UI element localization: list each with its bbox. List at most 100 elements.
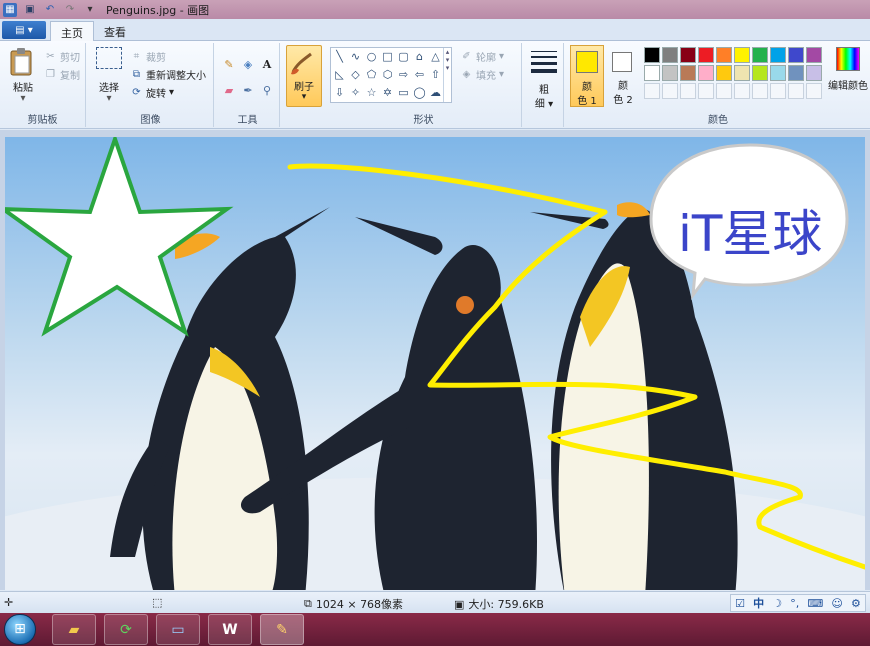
drawing-canvas[interactable]: iT星球 xyxy=(5,137,865,590)
rotate-button[interactable]: ⟳ 旋转 ▾ xyxy=(130,85,174,100)
palette-color-1-10[interactable] xyxy=(806,47,822,63)
arrow-up-shape-icon[interactable]: ⇧ xyxy=(428,67,443,82)
diamond-shape-icon[interactable]: ◇ xyxy=(348,67,363,82)
ime-punct-icon[interactable]: °, xyxy=(790,597,799,610)
palette-color-2-5[interactable] xyxy=(716,65,732,81)
color1-label-bottom: 色 1 xyxy=(577,96,597,107)
fill-button[interactable]: ◈ 填充 ▾ xyxy=(460,67,504,82)
paste-dropdown-icon[interactable]: ▾ xyxy=(8,93,38,104)
oval-shape-icon[interactable]: ○ xyxy=(364,49,379,64)
taskbar-desktop-button[interactable]: ▭ xyxy=(156,614,200,645)
ime-settings-icon[interactable]: ⚙ xyxy=(851,597,861,610)
ime-user-icon[interactable]: ☺ xyxy=(831,597,842,610)
paint-menu-button[interactable]: ▤ ▾ xyxy=(2,21,46,39)
undo-icon[interactable]: ↶ xyxy=(43,3,57,17)
palette-color-1-3[interactable] xyxy=(680,47,696,63)
rounded-rectangle-shape-icon[interactable]: ▢ xyxy=(396,49,411,64)
palette-color-1-8[interactable] xyxy=(770,47,786,63)
arrow-left-shape-icon[interactable]: ⇦ xyxy=(412,67,427,82)
ribbon: 粘贴 ▾ ✂ 剪切 ❐ 复制 剪贴板 选择 ▾ ⌗ 裁剪 ⧉ 重新调整大小 ⟳ … xyxy=(0,41,870,129)
start-button[interactable]: ⊞ xyxy=(4,614,36,645)
palette-custom-slot[interactable] xyxy=(698,83,714,99)
palette-custom-slot[interactable] xyxy=(770,83,786,99)
pencil-icon[interactable]: ✎ xyxy=(220,55,238,73)
taskbar-explorer-button[interactable]: ▰ xyxy=(52,614,96,645)
palette-color-1-9[interactable] xyxy=(788,47,804,63)
palette-custom-slot[interactable] xyxy=(662,83,678,99)
palette-color-1-7[interactable] xyxy=(752,47,768,63)
palette-color-2-10[interactable] xyxy=(806,65,822,81)
callout-cloud-shape-icon[interactable]: ☁ xyxy=(428,85,443,100)
tab-home[interactable]: 主页 xyxy=(50,21,94,41)
paste-button[interactable]: 粘贴 ▾ xyxy=(8,47,38,104)
pentagon-shape-icon[interactable]: ⬠ xyxy=(364,67,379,82)
curve-shape-icon[interactable]: ∿ xyxy=(348,49,363,64)
edit-colors-icon xyxy=(836,47,860,71)
palette-color-1-2[interactable] xyxy=(662,47,678,63)
palette-color-2-9[interactable] xyxy=(788,65,804,81)
eraser-icon[interactable]: ▰ xyxy=(220,81,238,99)
cut-button[interactable]: ✂ 剪切 xyxy=(44,49,80,64)
ime-check-icon[interactable]: ☑ xyxy=(735,597,745,610)
shapes-scroll-icon[interactable]: ▴ ▾ ▾ xyxy=(443,48,451,102)
fill-bucket-icon[interactable]: ◈ xyxy=(239,55,257,73)
explorer-icon: ▰ xyxy=(68,621,80,638)
palette-custom-slot[interactable] xyxy=(806,83,822,99)
taskbar-browser-button[interactable]: ⟳ xyxy=(104,614,148,645)
palette-color-2-6[interactable] xyxy=(734,65,750,81)
hexagon-shape-icon[interactable]: ⬡ xyxy=(380,67,395,82)
palette-color-2-4[interactable] xyxy=(698,65,714,81)
palette-custom-slot[interactable] xyxy=(752,83,768,99)
arrow-down-shape-icon[interactable]: ⇩ xyxy=(332,85,347,100)
brushes-button[interactable]: 刷子 ▾ xyxy=(286,45,322,107)
outline-button[interactable]: ✐ 轮廓 ▾ xyxy=(460,49,504,64)
palette-custom-slot[interactable] xyxy=(680,83,696,99)
size-button[interactable]: 粗 细 ▾ xyxy=(528,47,560,117)
select-button[interactable]: 选择 ▾ xyxy=(94,47,124,107)
ime-mode[interactable]: 中 xyxy=(753,595,764,611)
arrow-right-shape-icon[interactable]: ⇨ xyxy=(396,67,411,82)
palette-custom-slot[interactable] xyxy=(788,83,804,99)
polygon-shape-icon[interactable]: ⌂ xyxy=(412,49,427,64)
taskbar-paint-button[interactable]: ✎ xyxy=(260,614,304,645)
color-picker-icon[interactable]: ✒ xyxy=(239,81,257,99)
palette-color-1-4[interactable] xyxy=(698,47,714,63)
palette-color-2-7[interactable] xyxy=(752,65,768,81)
redo-icon[interactable]: ↷ xyxy=(63,3,77,17)
palette-color-2-8[interactable] xyxy=(770,65,786,81)
taskbar-word-button[interactable]: W xyxy=(208,614,252,645)
dropdown-icon[interactable]: ▾ xyxy=(83,3,97,17)
magnifier-icon[interactable]: ⚲ xyxy=(258,81,276,99)
palette-custom-slot[interactable] xyxy=(734,83,750,99)
save-icon[interactable]: ▣ xyxy=(23,3,37,17)
color2-selector[interactable]: 颜 色 2 xyxy=(606,45,640,107)
ime-moon-icon[interactable]: ☽ xyxy=(772,597,782,610)
right-triangle-shape-icon[interactable]: ◺ xyxy=(332,67,347,82)
line-shape-icon[interactable]: ╲ xyxy=(332,49,347,64)
tab-view[interactable]: 查看 xyxy=(94,21,136,41)
palette-color-2-3[interactable] xyxy=(680,65,696,81)
six-point-star-shape-icon[interactable]: ✡ xyxy=(380,85,395,100)
palette-color-1-5[interactable] xyxy=(716,47,732,63)
text-icon[interactable]: A xyxy=(258,55,276,73)
palette-color-2-2[interactable] xyxy=(662,65,678,81)
resize-button[interactable]: ⧉ 重新调整大小 xyxy=(130,67,206,82)
ime-keyboard-icon[interactable]: ⌨ xyxy=(807,597,823,610)
color1-selector[interactable]: 颜 色 1 xyxy=(570,45,604,107)
callout-oval-shape-icon[interactable]: ◯ xyxy=(412,85,427,100)
palette-color-1-6[interactable] xyxy=(734,47,750,63)
palette-color-1-1[interactable] xyxy=(644,47,660,63)
palette-custom-slot[interactable] xyxy=(716,83,732,99)
palette-color-2-1[interactable] xyxy=(644,65,660,81)
callout-rect-shape-icon[interactable]: ▭ xyxy=(396,85,411,100)
edit-colors-button[interactable]: 编辑颜色 xyxy=(828,47,868,111)
shapes-gallery[interactable]: ╲ ∿ ○ □ ▢ ⌂ △ ◺ ◇ ⬠ ⬡ ⇨ ⇦ ⇧ ⇩ ✧ ☆ ✡ ▭ ◯ … xyxy=(330,47,452,103)
five-point-star-shape-icon[interactable]: ☆ xyxy=(364,85,379,100)
four-point-star-shape-icon[interactable]: ✧ xyxy=(348,85,363,100)
palette-custom-slot[interactable] xyxy=(644,83,660,99)
copy-button[interactable]: ❐ 复制 xyxy=(44,67,80,82)
rectangle-shape-icon[interactable]: □ xyxy=(380,49,395,64)
select-dropdown-icon[interactable]: ▾ xyxy=(94,93,124,104)
crop-button[interactable]: ⌗ 裁剪 xyxy=(130,49,166,64)
triangle-shape-icon[interactable]: △ xyxy=(428,49,443,64)
